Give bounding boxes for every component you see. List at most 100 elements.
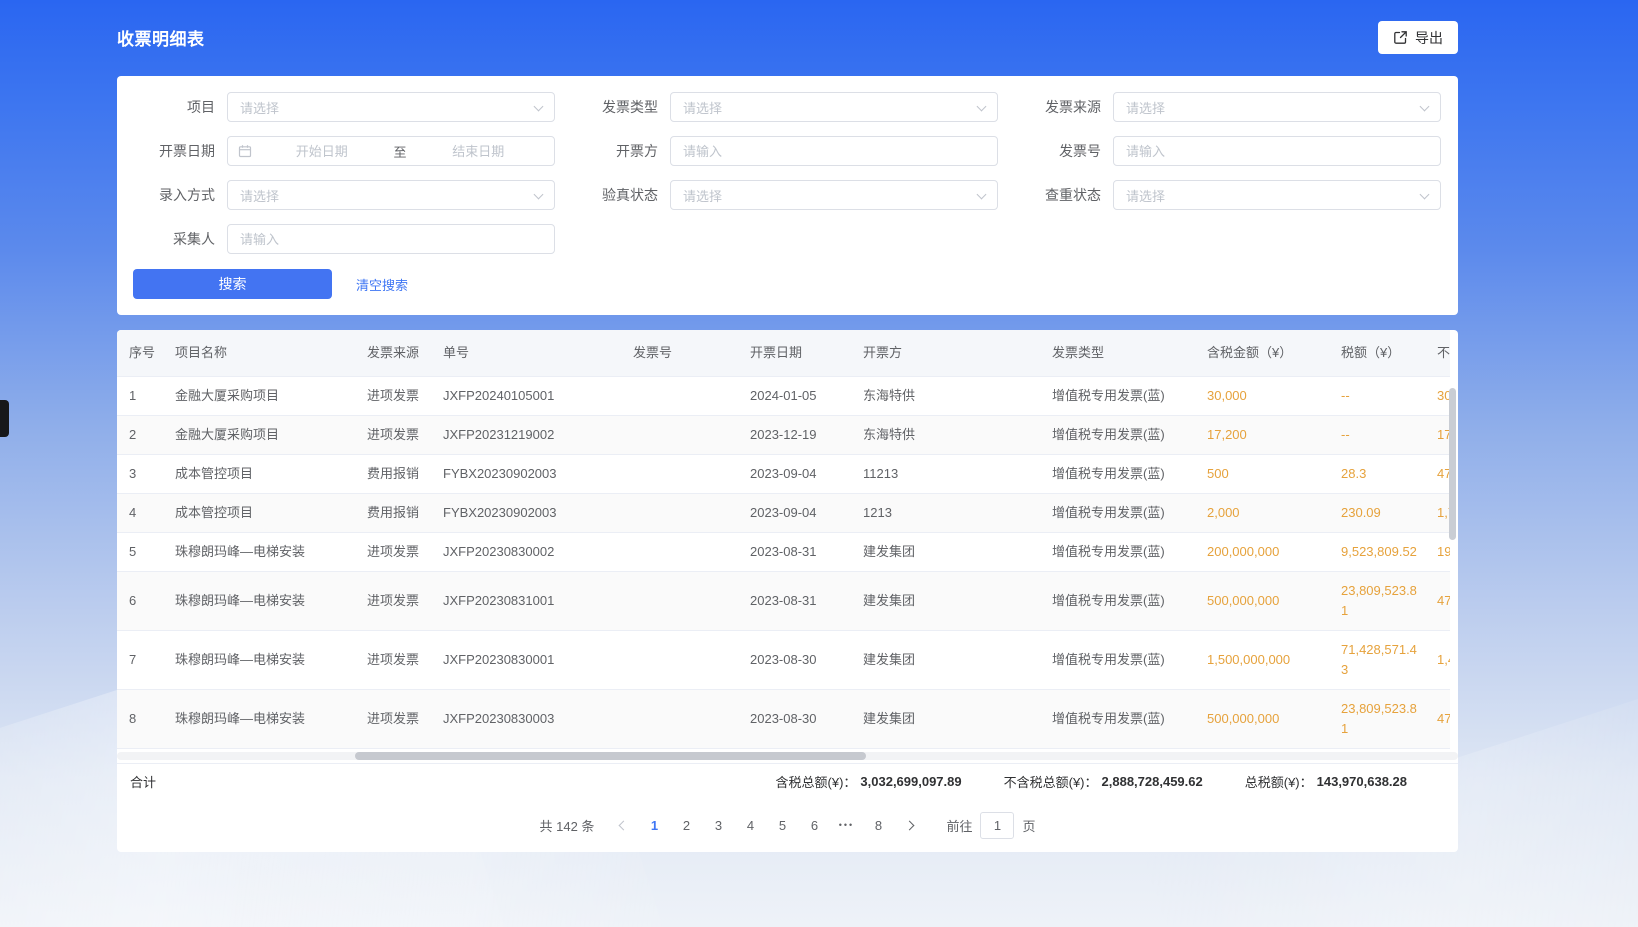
cell-invoice-source: 费用报销 [355, 455, 431, 494]
table-scroll-area: 序号 项目名称 发票来源 单号 发票号 开票日期 开票方 发票类型 含税金额（¥… [117, 330, 1458, 760]
chevron-down-icon [977, 102, 987, 112]
next-page-button[interactable] [894, 810, 924, 840]
invoice-table-card: 序号 项目名称 发票来源 单号 发票号 开票日期 开票方 发票类型 含税金额（¥… [117, 330, 1458, 852]
summary-item-value: 3,032,699,097.89 [860, 774, 961, 789]
table-row[interactable]: 7 珠穆朗玛峰—电梯安装 进项发票 JXFP20230830001 2023-0… [117, 631, 1450, 690]
clear-search-button[interactable]: 清空搜索 [356, 275, 408, 294]
filter-field-issuer: 开票方 [576, 136, 998, 166]
cell-index: 8 [117, 690, 163, 749]
page-button-4[interactable]: 4 [734, 810, 766, 840]
cell-index: 3 [117, 455, 163, 494]
search-button[interactable]: 搜索 [133, 269, 332, 299]
vertical-scrollbar[interactable] [1449, 388, 1456, 768]
table-row[interactable]: 2 金融大厦采购项目 进项发票 JXFP20231219002 2023-12-… [117, 416, 1450, 455]
collector-input[interactable] [227, 224, 555, 254]
filter-field-project: 项目 请选择 [133, 92, 555, 122]
cell-invoice-no [621, 690, 738, 749]
cell-invoice-type: 增值税专用发票(蓝) [1040, 690, 1195, 749]
cell-tax: 9,523,809.52 [1329, 533, 1425, 572]
cell-project-name: 珠穆朗玛峰—电梯安装 [163, 572, 355, 631]
page-button-5[interactable]: 5 [766, 810, 798, 840]
cell-issuer: 11213 [851, 455, 1040, 494]
cell-project-name: 珠穆朗玛峰—电梯安装 [163, 533, 355, 572]
cell-order-no: JXFP20231219002 [431, 416, 621, 455]
page-button-3[interactable]: 3 [702, 810, 734, 840]
cell-invoice-no [621, 572, 738, 631]
page-button-6[interactable]: 6 [798, 810, 830, 840]
page-ellipsis[interactable]: ••• [830, 810, 862, 840]
page-button-8[interactable]: 8 [862, 810, 894, 840]
horizontal-scrollbar-thumb[interactable] [355, 752, 866, 760]
project-select[interactable]: 请选择 [227, 92, 555, 122]
issuer-input[interactable] [670, 136, 998, 166]
cell-issuer: 1213 [851, 494, 1040, 533]
table-row[interactable]: 4 成本管控项目 费用报销 FYBX20230902003 2023-09-04… [117, 494, 1450, 533]
cell-invoice-date: 2023-08-30 [738, 631, 851, 690]
cell-invoice-date: 2023-09-04 [738, 494, 851, 533]
cell-invoice-type: 增值税专用发票(蓝) [1040, 494, 1195, 533]
horizontal-scrollbar[interactable] [117, 752, 1458, 760]
cell-invoice-date: 2023-08-31 [738, 572, 851, 631]
page-button-1[interactable]: 1 [638, 810, 670, 840]
chevron-down-icon [977, 190, 987, 200]
cell-invoice-source: 进项发票 [355, 377, 431, 416]
invoice-type-select[interactable]: 请选择 [670, 92, 998, 122]
vertical-scrollbar-thumb[interactable] [1449, 388, 1456, 540]
table-row[interactable]: 8 珠穆朗玛峰—电梯安装 进项发票 JXFP20230830003 2023-0… [117, 690, 1450, 749]
topbar: 收票明细表 导出 [117, 0, 1458, 65]
cell-invoice-type: 增值税专用发票(蓝) [1040, 377, 1195, 416]
start-date-input[interactable] [254, 144, 390, 159]
column-header-tax: 税额（¥） [1329, 330, 1425, 377]
export-button[interactable]: 导出 [1378, 21, 1458, 54]
column-header-invoice-type: 发票类型 [1040, 330, 1195, 377]
table-row[interactable]: 5 珠穆朗玛峰—电梯安装 进项发票 JXFP20230830002 2023-0… [117, 533, 1450, 572]
chevron-down-icon [534, 102, 544, 112]
prev-page-button[interactable] [608, 810, 638, 840]
cell-amount-with-tax: 500,000,000 [1195, 690, 1329, 749]
chevron-down-icon [534, 190, 544, 200]
entry-method-select[interactable]: 请选择 [227, 180, 555, 210]
cell-order-no: FYBX20230902003 [431, 494, 621, 533]
cell-invoice-type: 增值税专用发票(蓝) [1040, 416, 1195, 455]
cell-tax: 23,809,523.81 [1329, 690, 1425, 749]
cell-invoice-source: 进项发票 [355, 533, 431, 572]
filter-field-invoice-no: 发票号 [1019, 136, 1441, 166]
page-button-2[interactable]: 2 [670, 810, 702, 840]
cell-index: 6 [117, 572, 163, 631]
verify-status-select[interactable]: 请选择 [670, 180, 998, 210]
invoice-no-input[interactable] [1113, 136, 1441, 166]
dedup-status-select[interactable]: 请选择 [1113, 180, 1441, 210]
export-icon [1393, 30, 1408, 45]
table-row[interactable]: 6 珠穆朗玛峰—电梯安装 进项发票 JXFP20230831001 2023-0… [117, 572, 1450, 631]
cell-amount-with-tax: 500,000,000 [1195, 572, 1329, 631]
table-header-row: 序号 项目名称 发票来源 单号 发票号 开票日期 开票方 发票类型 含税金额（¥… [117, 330, 1450, 377]
invoice-table: 序号 项目名称 发票来源 单号 发票号 开票日期 开票方 发票类型 含税金额（¥… [117, 330, 1450, 749]
cell-issuer: 东海特供 [851, 416, 1040, 455]
drawer-handle[interactable] [0, 400, 9, 437]
table-row[interactable]: 3 成本管控项目 费用报销 FYBX20230902003 2023-09-04… [117, 455, 1450, 494]
cell-invoice-source: 进项发票 [355, 572, 431, 631]
dedup-status-select-placeholder: 请选择 [1126, 186, 1165, 205]
end-date-input[interactable] [411, 144, 547, 159]
cell-invoice-source: 进项发票 [355, 690, 431, 749]
cell-amount-with-tax: 17,200 [1195, 416, 1329, 455]
invoice-no-label: 发票号 [1019, 141, 1101, 161]
cell-order-no: JXFP20230830003 [431, 690, 621, 749]
cell-amount-without-tax: 47 [1425, 572, 1450, 631]
page-buttons: 123456•••8 [638, 810, 894, 840]
goto-page-input[interactable] [980, 812, 1014, 839]
invoice-source-select[interactable]: 请选择 [1113, 92, 1441, 122]
cell-project-name: 金融大厦采购项目 [163, 416, 355, 455]
cell-invoice-no [621, 416, 738, 455]
date-range-separator: 至 [390, 142, 411, 161]
invoice-date-label: 开票日期 [133, 141, 215, 161]
cell-amount-without-tax: 47 [1425, 455, 1450, 494]
cell-order-no: JXFP20230830002 [431, 533, 621, 572]
filter-panel: 项目 请选择 发票类型 请选择 发票来源 请选择 [117, 76, 1458, 315]
cell-issuer: 东海特供 [851, 377, 1040, 416]
cell-invoice-no [621, 494, 738, 533]
table-row[interactable]: 1 金融大厦采购项目 进项发票 JXFP20240105001 2024-01-… [117, 377, 1450, 416]
invoice-date-range[interactable]: 至 [227, 136, 555, 166]
filter-field-invoice-source: 发票来源 请选择 [1019, 92, 1441, 122]
filter-field-collector: 采集人 [133, 224, 555, 254]
